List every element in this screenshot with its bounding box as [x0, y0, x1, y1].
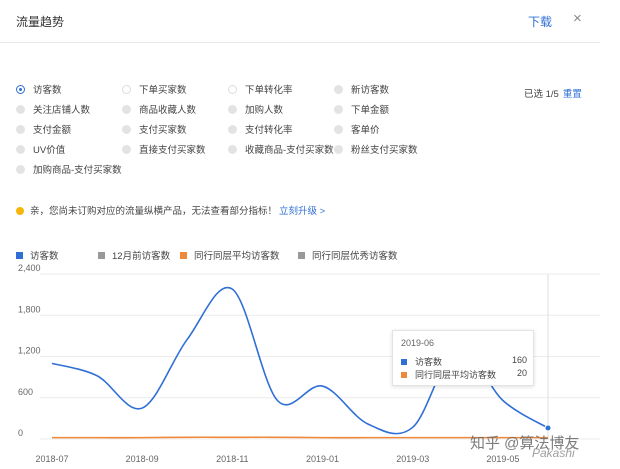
metric-option-label: 粉丝支付买家数 — [351, 145, 418, 156]
tooltip-series-marker — [401, 372, 407, 378]
close-icon[interactable]: × — [573, 10, 582, 28]
radio-icon[interactable] — [122, 105, 131, 114]
legend-label: 访客数 — [30, 251, 59, 262]
legend-label: 同行同层优秀访客数 — [312, 251, 398, 262]
metric-option-label: 收藏商品-支付买家数 — [245, 145, 334, 156]
download-button[interactable]: 下载 — [528, 13, 552, 30]
metric-option[interactable]: 访客数 — [16, 84, 62, 98]
watermark-secondary: Pakashi — [532, 446, 575, 460]
notice-text: 亲，您尚未订购对应的流量纵横产品，无法查看部分指标！ — [30, 206, 278, 217]
metric-option-label: 支付买家数 — [139, 125, 187, 136]
x-tick-label: 2019-03 — [396, 454, 429, 464]
metric-option[interactable]: UV价值 — [16, 144, 65, 158]
metric-option-label: 下单金额 — [351, 105, 390, 116]
legend-marker-icon — [180, 252, 187, 259]
x-tick-label: 2018-09 — [126, 454, 159, 464]
x-tick-label: 2019-05 — [486, 454, 519, 464]
metric-option[interactable]: 加购人数 — [228, 104, 283, 118]
radio-icon[interactable] — [122, 145, 131, 154]
metric-option[interactable]: 下单转化率 — [228, 84, 293, 98]
metric-option[interactable]: 客单价 — [334, 124, 380, 138]
selection-count: 已选 1/5 — [524, 89, 559, 100]
tooltip-row: 访客数 160 — [401, 355, 527, 368]
metric-option[interactable]: 新访客数 — [334, 84, 389, 98]
tooltip-date: 2019-06 — [401, 338, 435, 348]
metric-option[interactable]: 下单买家数 — [122, 84, 187, 98]
metric-option[interactable]: 加购商品-支付买家数 — [16, 164, 122, 178]
radio-icon[interactable] — [334, 145, 343, 154]
y-tick-label: 600 — [18, 387, 33, 397]
legend-item[interactable]: 12月前访客数 — [98, 248, 170, 262]
radio-icon[interactable] — [16, 125, 25, 134]
tooltip-series-value: 160 — [511, 355, 527, 365]
selection-info: 已选 1/5 重置 — [524, 86, 582, 100]
metric-option[interactable]: 支付转化率 — [228, 124, 293, 138]
metric-option-label: 支付金额 — [33, 125, 72, 136]
x-tick-label: 2018-11 — [216, 454, 248, 464]
metric-option-label: 新访客数 — [351, 85, 390, 96]
radio-icon[interactable] — [122, 125, 131, 134]
y-tick-label: 2,400 — [18, 263, 41, 273]
data-point — [544, 424, 552, 432]
radio-icon[interactable] — [228, 125, 237, 134]
y-tick-label: 0 — [18, 428, 23, 438]
radio-icon[interactable] — [334, 105, 343, 114]
metric-option-label: 访客数 — [33, 85, 62, 96]
metric-option[interactable]: 商品收藏人数 — [122, 104, 196, 118]
legend-marker-icon — [98, 252, 105, 259]
metric-option-label: 加购商品-支付买家数 — [33, 165, 122, 176]
radio-icon[interactable] — [228, 85, 237, 94]
metric-option-label: 直接支付买家数 — [139, 145, 206, 156]
chart-tooltip: 2019-06 访客数 160 同行同层平均访客数 20 — [392, 330, 534, 386]
reset-link[interactable]: 重置 — [563, 89, 582, 100]
upgrade-notice: 亲，您尚未订购对应的流量纵横产品，无法查看部分指标！ 立刻升级 > — [16, 203, 325, 217]
dialog-title: 流量趋势 — [16, 15, 65, 29]
tooltip-series-marker — [401, 359, 407, 365]
x-tick-label: 2018-07 — [35, 454, 68, 464]
metric-option[interactable]: 下单金额 — [334, 104, 389, 118]
radio-icon[interactable] — [122, 85, 131, 94]
metric-option[interactable]: 收藏商品-支付买家数 — [228, 144, 334, 158]
tooltip-row: 同行同层平均访客数 20 — [401, 368, 527, 381]
legend-item[interactable]: 同行同层平均访客数 — [180, 248, 280, 262]
radio-icon[interactable] — [228, 145, 237, 154]
info-dot-icon — [16, 207, 24, 215]
metric-option-label: UV价值 — [33, 145, 66, 156]
metric-option-label: 支付转化率 — [245, 125, 293, 136]
metric-option-label: 客单价 — [351, 125, 380, 136]
metric-option[interactable]: 关注店铺人数 — [16, 104, 90, 118]
metric-option-label: 商品收藏人数 — [139, 105, 197, 116]
metric-option-label: 下单买家数 — [139, 85, 187, 96]
radio-icon[interactable] — [334, 125, 343, 134]
tooltip-series-label: 访客数 — [415, 357, 443, 367]
legend-label: 12月前访客数 — [112, 251, 171, 262]
legend-label: 同行同层平均访客数 — [194, 251, 280, 262]
upgrade-link[interactable]: 立刻升级 > — [279, 206, 325, 217]
metric-option-label: 关注店铺人数 — [33, 105, 91, 116]
metric-option[interactable]: 支付金额 — [16, 124, 71, 138]
metric-option-label: 下单转化率 — [245, 85, 293, 96]
radio-icon[interactable] — [16, 105, 25, 114]
y-tick-label: 1,800 — [18, 304, 41, 314]
radio-icon[interactable] — [16, 145, 25, 154]
tooltip-series-label: 同行同层平均访客数 — [415, 370, 497, 380]
metric-option[interactable]: 直接支付买家数 — [122, 144, 206, 158]
radio-icon[interactable] — [228, 105, 237, 114]
y-tick-label: 1,200 — [18, 346, 41, 356]
radio-icon[interactable] — [16, 85, 25, 94]
radio-icon[interactable] — [334, 85, 343, 94]
dialog-header: 流量趋势 下载 × — [0, 0, 600, 43]
radio-icon[interactable] — [16, 165, 25, 174]
tooltip-series-value: 20 — [516, 368, 527, 378]
legend-marker-icon — [16, 252, 23, 259]
legend-item[interactable]: 访客数 — [16, 248, 59, 262]
x-tick-label: 2019-01 — [306, 454, 339, 464]
metric-option[interactable]: 粉丝支付买家数 — [334, 144, 418, 158]
legend-marker-icon — [298, 252, 305, 259]
legend-item[interactable]: 同行同层优秀访客数 — [298, 248, 398, 262]
metric-option[interactable]: 支付买家数 — [122, 124, 187, 138]
metric-option-label: 加购人数 — [245, 105, 284, 116]
